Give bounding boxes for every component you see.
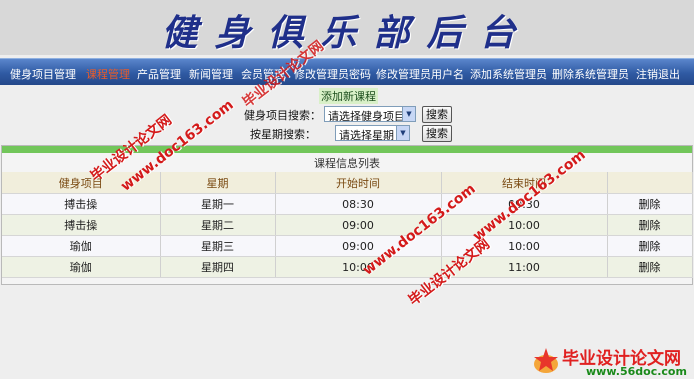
weekday-search-label: 按星期搜索： xyxy=(250,128,316,141)
cell-weekday: 星期二 xyxy=(160,214,276,236)
main-nav: 健身项目管理 课程管理 产品管理 新闻管理 会员管理 修改管理员密码 修改管理员… xyxy=(0,58,694,85)
cell-project: 搏击操 xyxy=(2,214,161,236)
cell-action: 删除 xyxy=(607,193,693,215)
weekday-search-button[interactable]: 搜索 xyxy=(422,125,452,142)
delete-link[interactable]: 删除 xyxy=(639,219,661,232)
chevron-down-icon: ▼ xyxy=(396,126,409,140)
project-search-button[interactable]: 搜索 xyxy=(422,106,452,123)
weekday-select-value: 请选择星期 xyxy=(339,129,394,141)
delete-link[interactable]: 删除 xyxy=(639,261,661,274)
column-header-action xyxy=(607,172,693,194)
panel-header-bar xyxy=(2,146,692,153)
table-row: 瑜伽 星期三 09:00 10:00 删除 xyxy=(2,235,693,257)
course-table: 健身项目 星期 开始时间 结束时间 搏击操 星期一 08:30 09:30 删除… xyxy=(2,172,693,278)
cell-weekday: 星期三 xyxy=(160,235,276,257)
delete-link[interactable]: 删除 xyxy=(639,240,661,253)
nav-item-change-username[interactable]: 修改管理员用户名 xyxy=(376,66,464,82)
project-search-label: 健身项目搜索： xyxy=(244,109,321,122)
cell-action: 删除 xyxy=(607,214,693,236)
cell-action: 删除 xyxy=(607,235,693,257)
cell-end-time: 10:00 xyxy=(441,214,608,236)
project-select-value: 请选择健身项目 xyxy=(328,110,405,122)
table-row: 搏击操 星期二 09:00 10:00 删除 xyxy=(2,214,693,236)
nav-item-products[interactable]: 产品管理 xyxy=(137,66,181,82)
footer-logo-url: www.56doc.com xyxy=(586,365,687,378)
weekday-search-row: 按星期搜索： 请选择星期 ▼ 搜索 xyxy=(0,124,694,142)
site-title: 健身俱乐部后台 xyxy=(161,12,533,54)
column-header-start-time: 开始时间 xyxy=(275,172,442,194)
chevron-down-icon: ▼ xyxy=(402,107,415,121)
nav-item-logout[interactable]: 注销退出 xyxy=(636,66,680,82)
cell-start-time: 08:30 xyxy=(275,193,442,215)
footer-logo: 毕业设计论文网 www.56doc.com xyxy=(532,344,692,378)
nav-item-fitness-projects[interactable]: 健身项目管理 xyxy=(10,66,76,82)
cell-action: 删除 xyxy=(607,256,693,278)
nav-item-courses[interactable]: 课程管理 xyxy=(86,66,130,82)
nav-item-news[interactable]: 新闻管理 xyxy=(189,66,233,82)
nav-item-add-admin[interactable]: 添加系统管理员 xyxy=(470,66,547,82)
delete-link[interactable]: 删除 xyxy=(639,198,661,211)
cell-project: 瑜伽 xyxy=(2,256,161,278)
cell-weekday: 星期一 xyxy=(160,193,276,215)
header-banner: 健身俱乐部后台 xyxy=(0,0,694,55)
project-search-row: 健身项目搜索： 请选择健身项目 ▼ 搜索 xyxy=(0,105,694,123)
weekday-select[interactable]: 请选择星期 ▼ xyxy=(335,125,410,141)
cell-project: 瑜伽 xyxy=(2,235,161,257)
logo-star-icon xyxy=(534,348,558,373)
project-select[interactable]: 请选择健身项目 ▼ xyxy=(324,106,416,122)
cell-weekday: 星期四 xyxy=(160,256,276,278)
table-row: 瑜伽 星期四 10:00 11:00 删除 xyxy=(2,256,693,278)
table-row: 搏击操 星期一 08:30 09:30 删除 xyxy=(2,193,693,215)
add-course-link[interactable]: 添加新课程 xyxy=(319,88,378,104)
cell-start-time: 10:00 xyxy=(275,256,442,278)
nav-item-delete-admin[interactable]: 删除系统管理员 xyxy=(552,66,629,82)
column-header-weekday: 星期 xyxy=(160,172,276,194)
cell-project: 搏击操 xyxy=(2,193,161,215)
